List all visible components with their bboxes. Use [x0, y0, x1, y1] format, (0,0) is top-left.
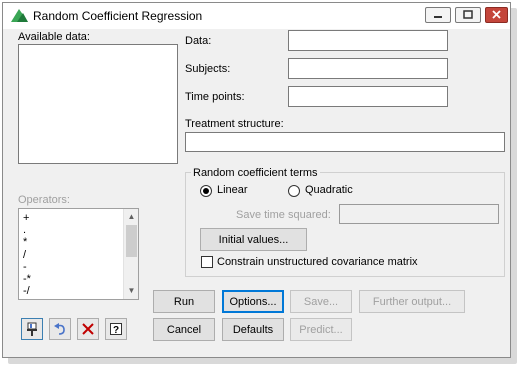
constrain-checkbox[interactable]	[201, 256, 213, 268]
linear-radio[interactable]	[200, 185, 212, 197]
subjects-label: Subjects:	[185, 63, 231, 75]
title-bar[interactable]: Random Coefficient Regression	[3, 3, 510, 29]
options-button[interactable]: Options...	[222, 290, 284, 313]
cancel-button[interactable]: Cancel	[153, 318, 215, 341]
treatment-structure-label: Treatment structure:	[185, 118, 284, 130]
scroll-thumb[interactable]	[126, 225, 137, 257]
scroll-down-arrow-icon[interactable]: ▼	[125, 284, 138, 298]
run-button[interactable]: Run	[153, 290, 215, 313]
close-button[interactable]	[485, 7, 508, 23]
minimize-icon	[434, 16, 442, 18]
defaults-button[interactable]: Defaults	[222, 318, 284, 341]
time-points-field[interactable]	[288, 86, 448, 107]
svg-text:?: ?	[113, 325, 119, 336]
predict-button[interactable]: Predict...	[290, 318, 352, 341]
operator-item[interactable]: *	[23, 236, 27, 248]
undo-button[interactable]	[49, 318, 71, 340]
operator-item[interactable]: -	[23, 261, 27, 273]
maximize-icon	[463, 10, 473, 19]
quadratic-radio[interactable]	[288, 185, 300, 197]
linear-label[interactable]: Linear	[217, 184, 248, 196]
help-button[interactable]: ?	[105, 318, 127, 340]
operator-item[interactable]: -*	[23, 273, 31, 285]
maximize-button[interactable]	[455, 7, 481, 23]
save-time-squared-field[interactable]	[339, 204, 499, 224]
app-logo-icon	[11, 9, 28, 22]
treatment-structure-field[interactable]	[185, 132, 505, 152]
operator-item[interactable]: -/	[23, 285, 30, 297]
operators-scrollbar[interactable]: ▲ ▼	[123, 209, 138, 299]
further-output-button[interactable]: Further output...	[359, 290, 465, 313]
operators-label: Operators:	[18, 194, 70, 206]
random-coefficient-terms-label: Random coefficient terms	[191, 167, 320, 179]
save-button[interactable]: Save...	[290, 290, 352, 313]
undo-icon	[54, 323, 65, 335]
constrain-label[interactable]: Constrain unstructured covariance matrix	[217, 256, 418, 268]
operator-item[interactable]: .	[23, 224, 26, 236]
operators-list[interactable]: + . * / - -* -/ ▲ ▼	[18, 208, 139, 300]
save-time-squared-label: Save time squared:	[236, 209, 331, 221]
available-data-label: Available data:	[18, 31, 90, 43]
data-field[interactable]	[288, 30, 448, 51]
available-data-list[interactable]	[18, 44, 178, 164]
pin-button[interactable]	[21, 318, 43, 340]
operator-item[interactable]: +	[23, 212, 29, 224]
subjects-field[interactable]	[288, 58, 448, 79]
data-label: Data:	[185, 35, 212, 47]
minimize-button[interactable]	[425, 7, 451, 23]
scroll-up-arrow-icon[interactable]: ▲	[125, 210, 138, 224]
dialog-window: Random Coefficient Regression Available …	[2, 2, 511, 358]
help-icon: ?	[110, 323, 122, 336]
clear-icon	[82, 323, 94, 335]
operator-item[interactable]: /	[23, 249, 26, 261]
pin-icon	[27, 322, 37, 336]
time-points-label: Time points:	[185, 91, 245, 103]
quadratic-label[interactable]: Quadratic	[305, 184, 353, 196]
close-icon	[492, 10, 501, 19]
clear-button[interactable]	[77, 318, 99, 340]
window-title: Random Coefficient Regression	[33, 9, 203, 23]
initial-values-button[interactable]: Initial values...	[200, 228, 307, 251]
